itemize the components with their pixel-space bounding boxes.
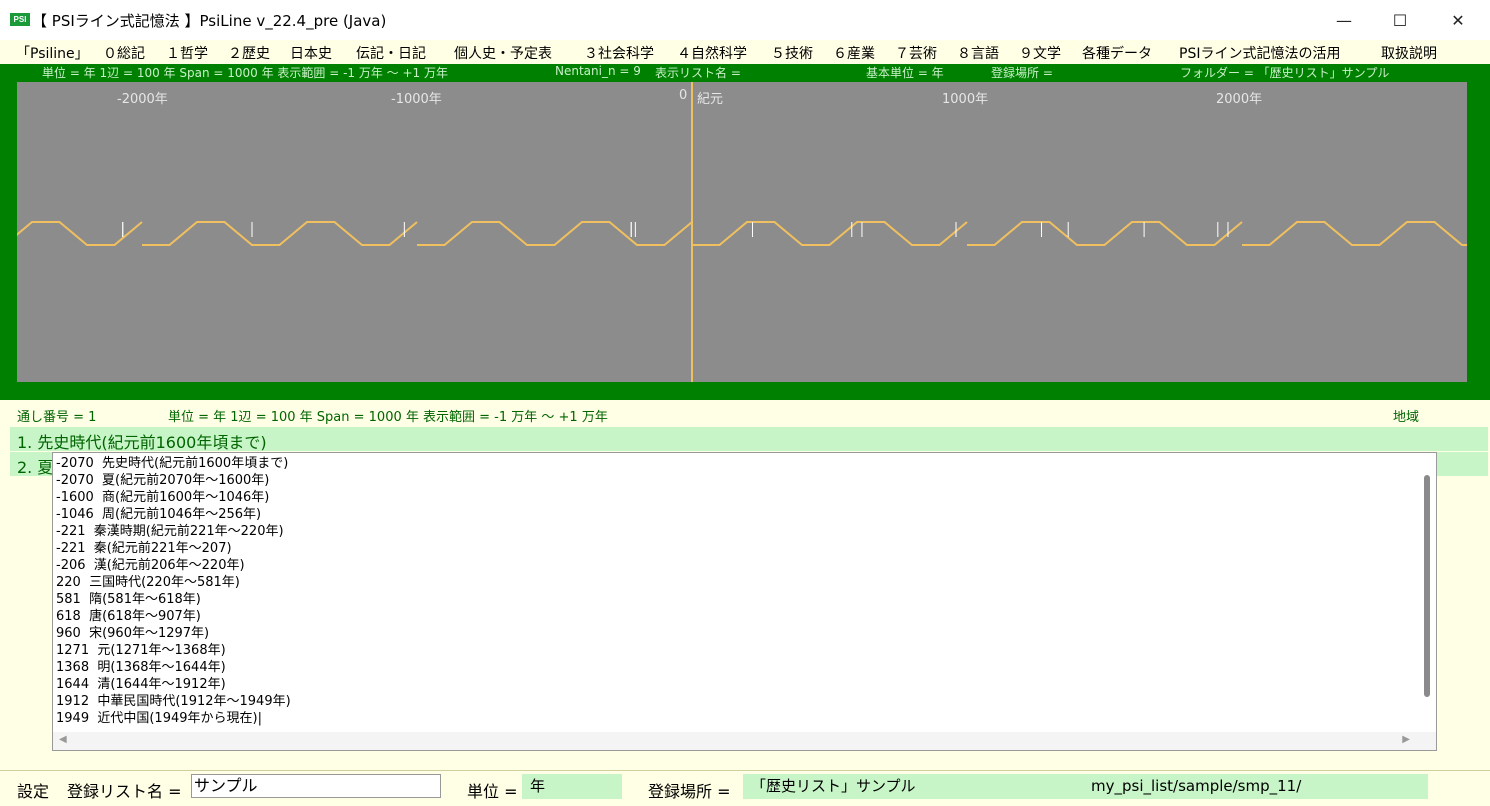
minimize-icon[interactable]: —: [1316, 0, 1372, 40]
place-field[interactable]: 「歴史リスト」サンプル my_psi_list/sample/smp_11/: [743, 774, 1428, 799]
history-list-item[interactable]: -1600 商(紀元前1600年〜1046年): [56, 489, 291, 506]
horizontal-scrollbar[interactable]: ◀ ▶: [53, 732, 1436, 750]
history-list-item[interactable]: -221 秦(紀元前221年〜207): [56, 540, 291, 557]
serial-number: 通し番号 = 1: [17, 410, 97, 425]
vertical-scrollbar[interactable]: [1418, 453, 1436, 733]
history-list-item[interactable]: 960 宋(960年〜1297年): [56, 625, 291, 642]
history-list-item[interactable]: -2070 夏(紀元前2070年〜1600年): [56, 472, 291, 489]
menu-manual[interactable]: 取扱説明: [1381, 43, 1437, 63]
history-list-item[interactable]: -206 漢(紀元前206年〜220年): [56, 557, 291, 574]
history-list-item[interactable]: -1046 周(紀元前1046年〜256年): [56, 506, 291, 523]
menu-philosophy[interactable]: １哲学: [166, 43, 208, 63]
menu-data[interactable]: 各種データ: [1082, 43, 1152, 63]
path-value: my_psi_list/sample/smp_11/: [1091, 777, 1302, 795]
menu-literature[interactable]: ９文学: [1019, 43, 1061, 63]
list-row-selected[interactable]: 1. 先史時代(紀元前1600年頃まで): [10, 427, 1488, 452]
menu-usage[interactable]: PSIライン式記憶法の活用: [1179, 43, 1340, 63]
window-title: 【 PSIライン式記憶法 】PsiLine v_22.4_pre (Java): [32, 12, 387, 30]
menu-history[interactable]: ２歴史: [228, 43, 270, 63]
menu-personal-history[interactable]: 個人史・予定表: [454, 43, 552, 63]
list-name-input[interactable]: サンプル: [191, 774, 441, 798]
menu-language[interactable]: ８言語: [957, 43, 999, 63]
title-bar: PSI 【 PSIライン式記憶法 】PsiLine v_22.4_pre (Ja…: [0, 0, 1490, 40]
scroll-right-icon[interactable]: ▶: [1402, 734, 1410, 745]
menu-bar: 「Psiline」 ０総記 １哲学 ２歴史 日本史 伝記・日記 個人史・予定表 …: [0, 40, 1490, 64]
scroll-left-icon[interactable]: ◀: [59, 734, 67, 745]
settings-bar: 設定 登録リスト名 = サンプル 単位 = 年 登録場所 = 「歴史リスト」サン…: [0, 770, 1490, 806]
maximize-icon[interactable]: ☐: [1372, 0, 1428, 40]
app-icon: PSI: [10, 13, 30, 26]
menu-general[interactable]: ０総記: [103, 43, 145, 63]
top-list-name: 表示リスト名 =: [655, 66, 741, 80]
top-nentani: Nentani_n = 9: [555, 64, 641, 78]
menu-japan-history[interactable]: 日本史: [290, 43, 332, 63]
unit-info: 単位 = 年 1辺 = 100 年 Span = 1000 年 表示範囲 = -…: [168, 410, 608, 425]
history-list-item[interactable]: 1271 元(1271年〜1368年): [56, 642, 291, 659]
place-label: 登録場所 =: [648, 782, 731, 801]
history-list-item[interactable]: 618 唐(618年〜907年): [56, 608, 291, 625]
menu-biography[interactable]: 伝記・日記: [356, 43, 426, 63]
scroll-thumb[interactable]: [1424, 475, 1430, 697]
row-label: 2. 夏: [17, 458, 54, 477]
settings-button[interactable]: 設定: [17, 778, 49, 802]
history-list-item[interactable]: 1368 明(1368年〜1644年): [56, 659, 291, 676]
history-list-item[interactable]: 1912 中華民国時代(1912年〜1949年): [56, 693, 291, 710]
menu-arts[interactable]: ７芸術: [895, 43, 937, 63]
unit-field[interactable]: 年: [522, 774, 622, 799]
history-list-item[interactable]: -221 秦漢時期(紀元前221年〜220年): [56, 523, 291, 540]
psi-line-graphic: [17, 82, 1467, 382]
list-name-label: 登録リスト名 =: [67, 782, 182, 801]
menu-industry[interactable]: ６産業: [833, 43, 875, 63]
top-unit-info: 単位 = 年 1辺 = 100 年 Span = 1000 年 表示範囲 = -…: [42, 66, 448, 80]
menu-technology[interactable]: ５技術: [771, 43, 813, 63]
place-value: 「歴史リスト」サンプル: [751, 777, 916, 795]
history-list-item[interactable]: 581 隋(581年〜618年): [56, 591, 291, 608]
menu-psiline[interactable]: 「Psiline」: [16, 43, 89, 63]
top-folder: フォルダー = 「歴史リスト」サンプル: [1180, 66, 1390, 80]
close-icon[interactable]: ✕: [1430, 0, 1486, 40]
menu-natural-science[interactable]: ４自然科学: [677, 43, 747, 63]
history-list-popup[interactable]: -2070 先史時代(紀元前1600年頃まで) -2070 夏(紀元前2070年〜…: [52, 452, 1437, 751]
region-label: 地域: [1393, 410, 1420, 425]
menu-social-science[interactable]: ３社会科学: [584, 43, 654, 63]
row-label: 1. 先史時代(紀元前1600年頃まで): [17, 433, 267, 452]
history-list-item[interactable]: 1644 清(1644年〜1912年): [56, 676, 291, 693]
unit-label: 単位 =: [467, 782, 518, 801]
top-base-unit: 基本単位 = 年: [866, 66, 944, 80]
history-list: -2070 先史時代(紀元前1600年頃まで) -2070 夏(紀元前2070年〜…: [56, 455, 291, 727]
history-list-item[interactable]: -2070 先史時代(紀元前1600年頃まで): [56, 455, 291, 472]
top-reg-place: 登録場所 =: [991, 66, 1053, 80]
history-list-item[interactable]: 1949 近代中国(1949年から現在)|: [56, 710, 291, 727]
history-list-item[interactable]: 220 三国時代(220年〜581年): [56, 574, 291, 591]
timeline-canvas[interactable]: -2000年 -1000年 0 紀元 1000年 2000年: [17, 82, 1467, 382]
